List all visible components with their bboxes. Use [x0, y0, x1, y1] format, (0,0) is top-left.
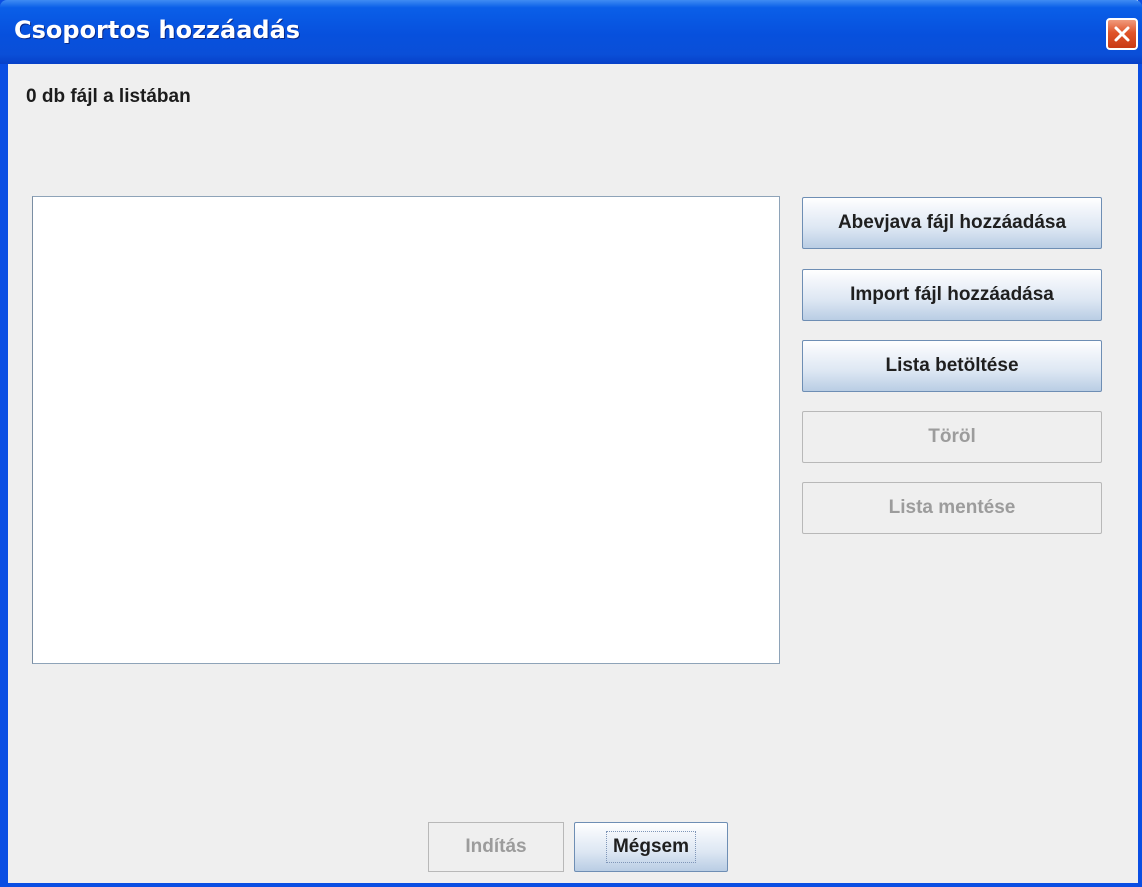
add-abevjava-file-button[interactable]: Abevjava fájl hozzáadása — [802, 197, 1102, 249]
save-list-label: Lista mentése — [888, 497, 1016, 518]
save-list-button[interactable]: Lista mentése — [802, 482, 1102, 534]
load-list-button[interactable]: Lista betöltése — [802, 340, 1102, 392]
start-button[interactable]: Indítás — [428, 822, 564, 872]
title-bar[interactable]: Csoportos hozzáadás — [0, 0, 1142, 64]
cancel-label: Mégsem — [605, 831, 697, 863]
start-label: Indítás — [465, 836, 527, 857]
add-import-file-label: Import fájl hozzáadása — [850, 284, 1054, 305]
add-import-file-button[interactable]: Import fájl hozzáadása — [802, 269, 1102, 321]
delete-button[interactable]: Töröl — [802, 411, 1102, 463]
load-list-label: Lista betöltése — [885, 355, 1019, 376]
cancel-button[interactable]: Mégsem — [574, 822, 728, 872]
file-list[interactable] — [32, 196, 780, 664]
file-count-label: 0 db fájl a listában — [26, 86, 191, 107]
dialog-window: Csoportos hozzáadás 0 db fájl a listában… — [0, 0, 1142, 887]
window-title: Csoportos hozzáadás — [14, 16, 301, 44]
close-button[interactable] — [1106, 18, 1138, 50]
close-icon — [1114, 26, 1130, 42]
add-abevjava-file-label: Abevjava fájl hozzáadása — [837, 212, 1067, 233]
delete-label: Töröl — [928, 426, 976, 447]
